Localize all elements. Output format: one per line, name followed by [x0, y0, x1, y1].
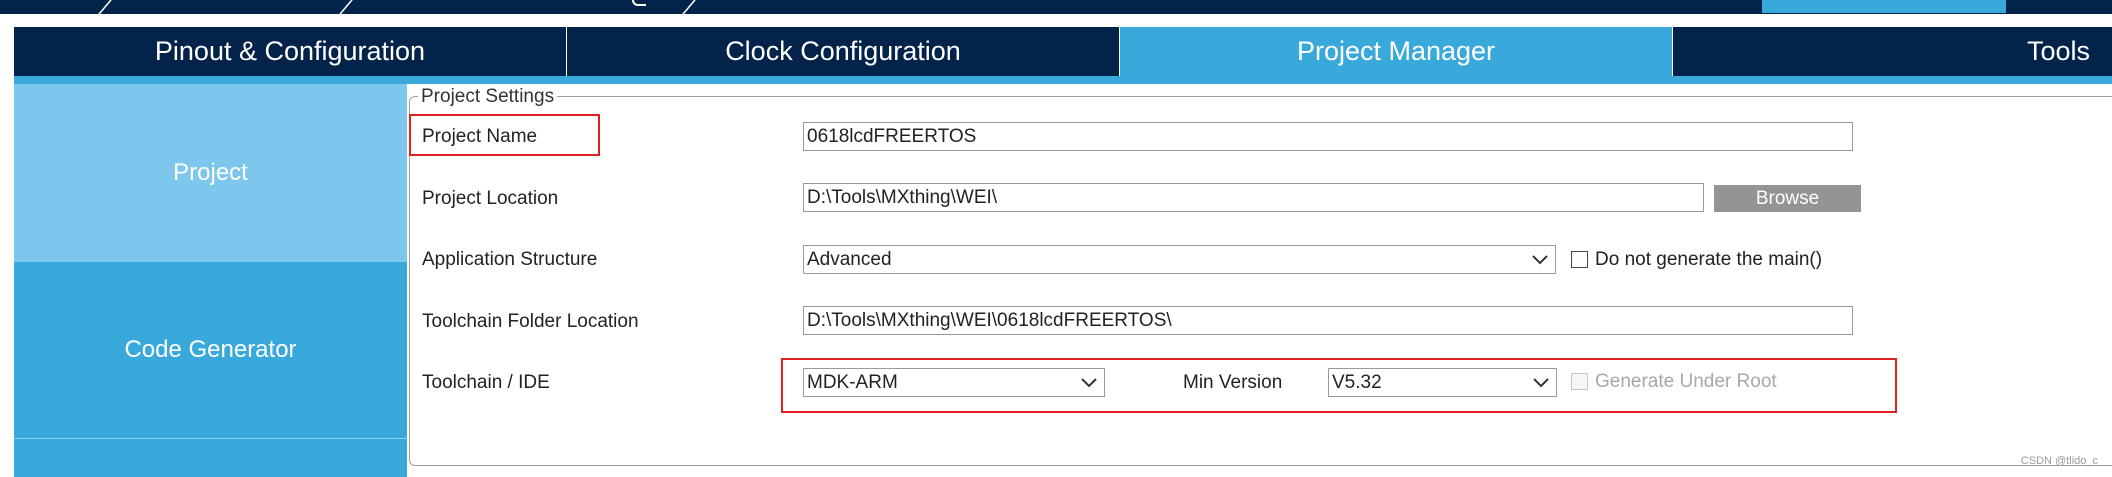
- project-settings-legend: Project Settings: [418, 86, 558, 108]
- tab-pinout-configuration[interactable]: Pinout & Configuration: [14, 27, 567, 76]
- main-tab-bar: Pinout & Configuration Clock Configurati…: [14, 27, 2112, 76]
- stm32cubemx-window: Pinout & Configuration Clock Configurati…: [0, 0, 2112, 477]
- project-name-input[interactable]: 0618lcdFREERTOS: [803, 122, 1853, 151]
- tab-label: Tools: [2026, 36, 2091, 66]
- tab-underline: [14, 76, 2112, 84]
- sidebar-item-label: Project: [173, 159, 248, 186]
- project-location-input[interactable]: D:\Tools\MXthing\WEI\: [803, 183, 1704, 212]
- project-location-label: Project Location: [422, 188, 559, 209]
- sidebar-item-label: Code Generator: [124, 336, 297, 363]
- project-manager-sidebar: Project Code Generator: [14, 84, 407, 477]
- tab-label: Project Manager: [1296, 36, 1496, 66]
- application-structure-label: Application Structure: [422, 249, 598, 270]
- browse-button[interactable]: Browse: [1714, 185, 1861, 212]
- sidebar-item-advanced-settings[interactable]: [14, 439, 407, 477]
- do-not-generate-main-label: Do not generate the main(): [1595, 249, 1823, 270]
- highlight-box-project-name: [409, 114, 600, 156]
- do-not-generate-main-checkbox[interactable]: [1571, 251, 1588, 268]
- toolchain-ide-label: Toolchain / IDE: [422, 372, 550, 393]
- chevron-down-icon: [1532, 255, 1548, 265]
- sidebar-item-project[interactable]: Project: [14, 84, 407, 262]
- tab-project-manager[interactable]: Project Manager: [1120, 27, 1673, 76]
- tab-label: Pinout & Configuration: [154, 36, 426, 66]
- generate-code-button[interactable]: [1762, 0, 2006, 13]
- tab-label: Clock Configuration: [725, 36, 961, 66]
- toolchain-folder-input[interactable]: D:\Tools\MXthing\WEI\0618lcdFREERTOS\: [803, 306, 1853, 335]
- sidebar-item-code-generator[interactable]: Code Generator: [14, 262, 407, 438]
- tab-clock-configuration[interactable]: Clock Configuration: [567, 27, 1120, 76]
- application-structure-select[interactable]: Advanced: [803, 245, 1556, 274]
- tab-tools[interactable]: Tools: [1673, 27, 2112, 76]
- breadcrumb-fragment: [632, 0, 646, 6]
- highlight-box-toolchain: [781, 358, 1897, 413]
- watermark: CSDN @tlido_c: [2020, 455, 2098, 467]
- toolchain-folder-label: Toolchain Folder Location: [422, 311, 639, 332]
- select-value: Advanced: [807, 249, 892, 270]
